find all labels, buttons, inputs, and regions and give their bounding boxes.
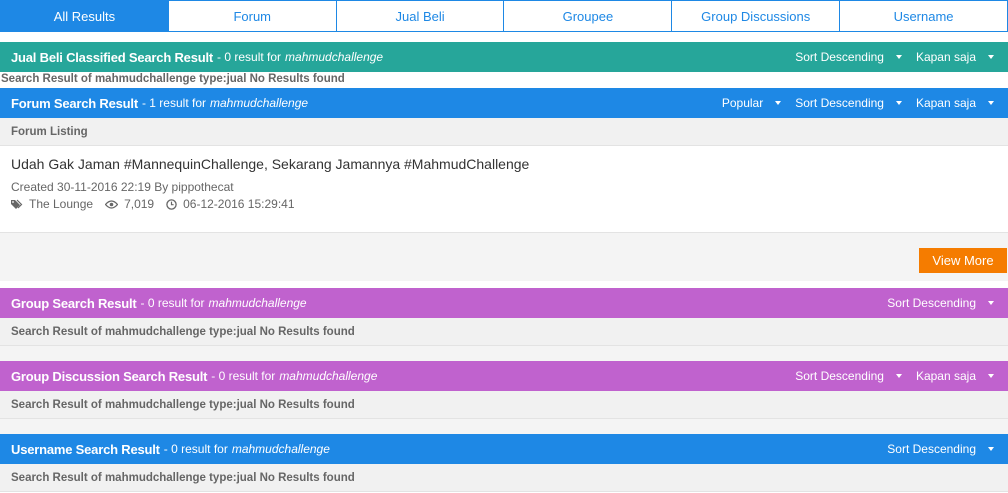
jual-beli-count: - 0 result for <box>217 50 282 64</box>
forum-sort-dropdown[interactable]: Sort Descending <box>795 96 902 110</box>
caret-down-icon <box>895 374 902 378</box>
group-empty-text: Search Result of mahmudchallenge type:ju… <box>0 318 1008 346</box>
sort-label: Sort Descending <box>887 296 976 310</box>
forum-popular-dropdown[interactable]: Popular <box>721 96 782 110</box>
group-count: - 0 result for <box>140 296 205 310</box>
caret-down-icon <box>988 101 994 105</box>
thread-created-meta: Created 30-11-2016 22:19 By pippothecat <box>11 180 234 194</box>
sort-label: Sort Descending <box>795 369 884 383</box>
eye-icon <box>105 199 119 209</box>
group-sort-dropdown[interactable]: Sort Descending <box>887 296 994 310</box>
jual-beli-time-dropdown[interactable]: Kapan saja <box>916 50 994 64</box>
tag-icon <box>11 199 23 209</box>
username-count: - 0 result for <box>163 442 228 456</box>
last-post-time: 06-12-2016 15:29:41 <box>183 197 295 211</box>
thread-category[interactable]: The Lounge <box>11 197 93 211</box>
caret-down-icon <box>988 447 994 451</box>
forum-time-dropdown[interactable]: Kapan saja <box>916 96 994 110</box>
forum-listing-label: Forum Listing <box>0 118 1008 146</box>
caret-down-icon <box>988 55 994 59</box>
views-count: 7,019 <box>124 197 155 211</box>
section-spacer <box>0 419 1008 434</box>
group-header: Group Search Result - 0 result for mahmu… <box>0 288 1008 318</box>
time-label: Kapan saja <box>915 96 976 110</box>
thread-views: 7,019 <box>105 197 154 211</box>
jual-beli-empty-text: Search Result of mahmudchallenge type:ju… <box>1 73 345 85</box>
tab-groupee[interactable]: Groupee <box>503 1 672 31</box>
view-more-area: View More <box>0 233 1008 281</box>
result-tabs: All Results Forum Jual Beli Groupee Grou… <box>0 0 1008 32</box>
group-discussion-time-dropdown[interactable]: Kapan saja <box>916 369 994 383</box>
username-empty-text: Search Result of mahmudchallenge type:ju… <box>0 464 1008 492</box>
group-discussion-empty-text: Search Result of mahmudchallenge type:ju… <box>0 391 1008 419</box>
clock-icon <box>166 198 177 210</box>
tab-all-results[interactable]: All Results <box>1 1 168 31</box>
group-discussion-header: Group Discussion Search Result - 0 resul… <box>0 361 1008 391</box>
forum-keyword: mahmudchallenge <box>210 96 309 110</box>
popular-label: Popular <box>721 96 764 110</box>
time-label: Kapan saja <box>915 50 976 64</box>
category-label: The Lounge <box>29 197 94 211</box>
forum-thread-card: Udah Gak Jaman #MannequinChallenge, Seka… <box>0 146 1008 233</box>
forum-title: Forum Search Result <box>11 95 138 111</box>
tab-jual-beli[interactable]: Jual Beli <box>335 1 504 31</box>
tab-forum[interactable]: Forum <box>167 1 336 31</box>
forum-header: Forum Search Result - 1 result for mahmu… <box>0 88 1008 118</box>
thread-stats: The Lounge 7,019 06-12-2016 15:29:41 <box>11 197 307 211</box>
sort-label: Sort Descending <box>887 442 976 456</box>
caret-down-icon <box>895 101 902 105</box>
group-keyword: mahmudchallenge <box>208 296 307 310</box>
section-spacer <box>0 346 1008 361</box>
tab-username[interactable]: Username <box>839 1 1007 31</box>
time-label: Kapan saja <box>915 369 976 383</box>
caret-down-icon <box>988 374 994 378</box>
username-title: Username Search Result <box>11 441 160 457</box>
forum-count: - 1 result for <box>141 96 206 110</box>
group-discussion-sort-dropdown[interactable]: Sort Descending <box>795 369 902 383</box>
username-keyword: mahmudchallenge <box>231 442 330 456</box>
group-discussion-keyword: mahmudchallenge <box>279 369 378 383</box>
thread-last-post: 06-12-2016 15:29:41 <box>166 197 295 211</box>
view-more-button[interactable]: View More <box>919 248 1007 273</box>
jual-beli-header: Jual Beli Classified Search Result - 0 r… <box>0 42 1008 72</box>
jual-beli-title: Jual Beli Classified Search Result <box>11 49 214 65</box>
group-discussion-count: - 0 result for <box>211 369 276 383</box>
sort-label: Sort Descending <box>795 50 884 64</box>
jual-beli-keyword: mahmudchallenge <box>285 50 384 64</box>
caret-down-icon <box>775 101 782 105</box>
username-header: Username Search Result - 0 result for ma… <box>0 434 1008 464</box>
username-sort-dropdown[interactable]: Sort Descending <box>887 442 994 456</box>
tab-group-discussions[interactable]: Group Discussions <box>671 1 840 31</box>
caret-down-icon <box>895 55 902 59</box>
sort-label: Sort Descending <box>795 96 884 110</box>
group-title: Group Search Result <box>11 295 137 311</box>
thread-title-link[interactable]: Udah Gak Jaman #MannequinChallenge, Seka… <box>11 156 529 172</box>
caret-down-icon <box>988 301 994 305</box>
jual-beli-sort-dropdown[interactable]: Sort Descending <box>795 50 902 64</box>
group-discussion-title: Group Discussion Search Result <box>11 368 208 384</box>
